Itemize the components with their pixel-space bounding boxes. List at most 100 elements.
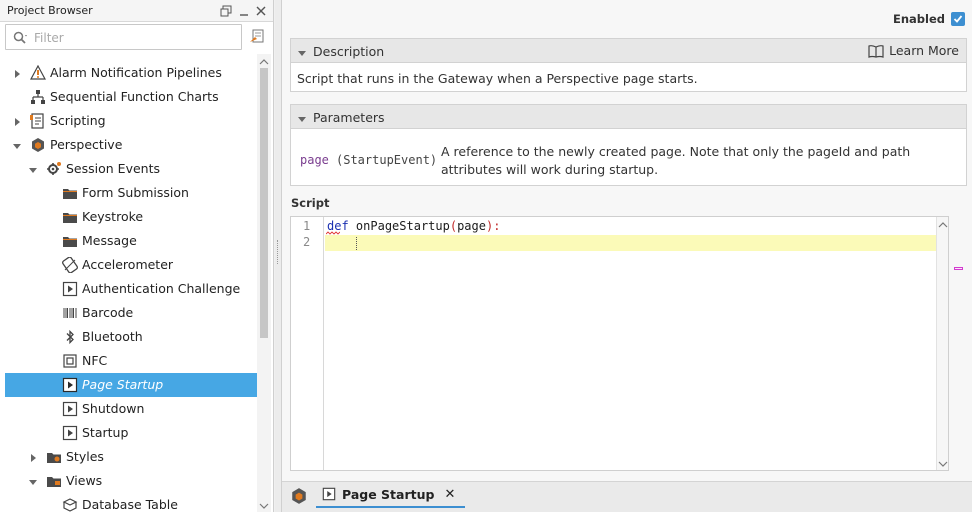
- tree-item-alarm-notification-pipelines[interactable]: Alarm Notification Pipelines: [5, 61, 257, 85]
- tree-item-label: Database Table: [82, 497, 178, 512]
- enabled-toggle[interactable]: Enabled: [893, 10, 965, 28]
- tree-item-database-table[interactable]: Database Table: [5, 493, 257, 512]
- tree-item-label: Shutdown: [82, 401, 145, 416]
- tree-item-label: Form Submission: [82, 185, 189, 200]
- folder-icon: [62, 233, 78, 249]
- learn-more-link[interactable]: Learn More: [868, 43, 959, 58]
- filter-field[interactable]: [5, 24, 242, 50]
- scroll-up-icon[interactable]: [938, 219, 948, 229]
- minimize-panel-icon[interactable]: [236, 3, 252, 19]
- filter-input[interactable]: [34, 29, 234, 46]
- current-line-highlight: [325, 235, 937, 251]
- tree-item-message[interactable]: Message: [5, 229, 257, 253]
- code-parameter: page: [457, 219, 486, 233]
- tree-item-label: NFC: [82, 353, 108, 368]
- tree-item-label: Scripting: [50, 113, 106, 128]
- script-event-icon: [62, 401, 78, 417]
- locate-in-tree-icon[interactable]: [248, 28, 266, 46]
- tree-item-accelerometer[interactable]: Accelerometer: [5, 253, 257, 277]
- script-editor-panel: Enabled Description Learn More Script th…: [281, 0, 972, 512]
- views-icon: [46, 473, 62, 489]
- search-icon: [13, 31, 29, 48]
- code-area[interactable]: def onPageStartup(page):: [325, 217, 937, 470]
- tree-item-perspective[interactable]: Perspective: [5, 133, 257, 157]
- tree-item-barcode[interactable]: Barcode: [5, 301, 257, 325]
- enabled-label: Enabled: [892, 12, 945, 26]
- code-function-name: onPageStartup: [355, 219, 450, 233]
- tree-scrollbar[interactable]: [257, 54, 271, 512]
- script-code-editor[interactable]: 1 2 def onPageStartup(page):: [290, 216, 949, 471]
- scroll-down-icon[interactable]: [938, 458, 948, 468]
- filter-row: [5, 24, 269, 50]
- scrollbar-thumb[interactable]: [260, 68, 268, 338]
- expand-arrow-icon[interactable]: [12, 116, 22, 126]
- perspective-icon[interactable]: [290, 487, 308, 505]
- code-line-1[interactable]: def onPageStartup(page):: [327, 219, 500, 235]
- collapse-arrow-icon[interactable]: [28, 476, 38, 486]
- tab-label: Page Startup: [342, 486, 435, 502]
- tree-item-page-startup[interactable]: Page Startup: [5, 373, 257, 397]
- splitter-grip: [277, 240, 279, 264]
- float-panel-icon[interactable]: [218, 3, 234, 19]
- close-icon[interactable]: [253, 3, 269, 19]
- sfc-icon: [30, 89, 46, 105]
- section-title: Parameters: [313, 110, 385, 125]
- collapse-arrow-icon[interactable]: [297, 47, 307, 61]
- tree-item-label: Styles: [66, 449, 104, 464]
- tree-item-styles[interactable]: Styles: [5, 445, 257, 469]
- learn-more-label: Learn More: [889, 43, 959, 58]
- tree-item-keystroke[interactable]: Keystroke: [5, 205, 257, 229]
- script-label: Script: [291, 196, 330, 210]
- tree-item-label: Alarm Notification Pipelines: [50, 65, 222, 80]
- tree-item-session-events[interactable]: Session Events: [5, 157, 257, 181]
- tree-item-startup[interactable]: Startup: [5, 421, 257, 445]
- error-marker[interactable]: [954, 267, 963, 270]
- tree-item-bluetooth[interactable]: Bluetooth: [5, 325, 257, 349]
- collapse-arrow-icon[interactable]: [12, 140, 22, 150]
- project-browser-header: Project Browser: [0, 0, 273, 22]
- collapse-arrow-icon[interactable]: [297, 113, 307, 127]
- script-event-icon: [322, 487, 336, 501]
- tree-item-authentication-challenge[interactable]: Authentication Challenge: [5, 277, 257, 301]
- code-close: ):: [485, 219, 501, 233]
- expand-arrow-icon[interactable]: [12, 68, 22, 78]
- tree-item-label: Session Events: [66, 161, 160, 176]
- tree-item-label: Keystroke: [82, 209, 144, 224]
- parameter-description: A reference to the newly created page. N…: [441, 144, 911, 177]
- parameters-header[interactable]: Parameters: [291, 105, 966, 129]
- tree-item-label: Startup: [82, 425, 129, 440]
- tree-item-form-submission[interactable]: Form Submission: [5, 181, 257, 205]
- tree-item-shutdown[interactable]: Shutdown: [5, 397, 257, 421]
- tree-item-scripting[interactable]: Scripting: [5, 109, 257, 133]
- tree-item-label: Accelerometer: [82, 257, 174, 272]
- tree-item-label: Perspective: [50, 137, 123, 152]
- perspective-icon: [30, 137, 46, 153]
- close-icon[interactable]: ✕: [444, 487, 455, 502]
- tree-item-sequential-function-charts[interactable]: Sequential Function Charts: [5, 85, 257, 109]
- script-event-icon: [62, 425, 78, 441]
- line-number: 2: [303, 235, 311, 249]
- parameter-type: (StartupEvent): [336, 153, 438, 167]
- editor-scrollbar[interactable]: [936, 217, 948, 470]
- editor-tab-bar: Page Startup ✕: [282, 481, 972, 512]
- tree-item-views[interactable]: Views: [5, 469, 257, 493]
- checkmark-icon: [953, 15, 963, 23]
- description-header[interactable]: Description Learn More: [291, 39, 966, 63]
- tab-page-startup[interactable]: Page Startup ✕: [316, 482, 466, 508]
- scroll-up-icon[interactable]: [259, 56, 269, 66]
- tree-item-label: Message: [82, 233, 137, 248]
- expand-arrow-icon[interactable]: [28, 452, 38, 462]
- project-browser-panel: Project Browser Alarm Notificatio: [0, 0, 274, 512]
- tree-item-nfc[interactable]: NFC: [5, 349, 257, 373]
- error-overview-ruler: [952, 216, 966, 471]
- collapse-arrow-icon[interactable]: [28, 164, 38, 174]
- project-tree: Alarm Notification Pipelines Sequential …: [0, 54, 274, 512]
- bluetooth-icon: [62, 329, 78, 345]
- tree-item-label: Sequential Function Charts: [50, 89, 219, 104]
- alarm-pipeline-icon: [29, 64, 47, 81]
- styles-icon: [46, 449, 62, 465]
- tree-item-label: Authentication Challenge: [82, 281, 241, 296]
- scroll-down-icon[interactable]: [259, 500, 269, 510]
- view-icon: [62, 497, 78, 512]
- enabled-checkbox[interactable]: [951, 12, 965, 26]
